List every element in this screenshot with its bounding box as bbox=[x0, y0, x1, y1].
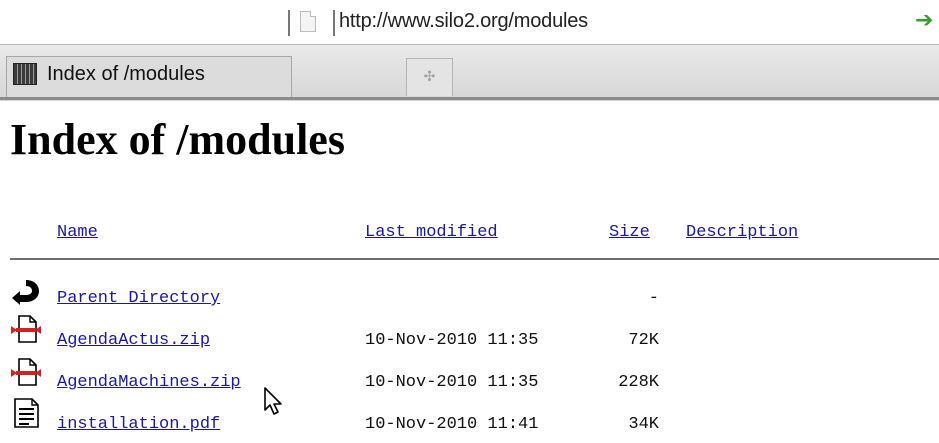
new-tab-icon[interactable]: ✣ bbox=[406, 58, 453, 96]
document-icon bbox=[14, 398, 39, 428]
back-arrow-icon bbox=[12, 280, 39, 305]
list-item-link[interactable]: installation.pdf bbox=[57, 415, 220, 434]
zip-file-icon bbox=[11, 358, 41, 386]
list-item-link[interactable]: AgendaActus.zip bbox=[57, 331, 210, 350]
zip-file-icon bbox=[11, 315, 41, 343]
column-header-size[interactable]: Size bbox=[609, 223, 650, 242]
list-item-size: 34K bbox=[628, 415, 659, 434]
tab-title: Index of /modules bbox=[47, 63, 205, 85]
url-bar-row: http://www.silo2.org/modules ➔ bbox=[0, 0, 939, 44]
list-item-link[interactable]: AgendaMachines.zip bbox=[57, 373, 241, 392]
mouse-cursor-icon bbox=[264, 387, 282, 415]
go-arrow-icon[interactable]: ➔ bbox=[915, 8, 933, 33]
server-favicon-icon bbox=[13, 63, 37, 85]
list-item-link[interactable]: Parent Directory bbox=[57, 289, 220, 308]
column-header-description[interactable]: Description bbox=[686, 223, 798, 242]
url-separator bbox=[333, 10, 335, 36]
tab-bar-divider bbox=[0, 97, 939, 100]
column-header-name[interactable]: Name bbox=[57, 223, 98, 242]
column-header-last-modified[interactable]: Last modified bbox=[365, 223, 498, 242]
url-separator bbox=[288, 10, 290, 36]
page-title: Index of /modules bbox=[10, 115, 345, 164]
list-item-modified: 10-Nov-2010 11:35 bbox=[365, 331, 539, 350]
list-item-size: 72K bbox=[628, 331, 659, 350]
list-item-modified: 10-Nov-2010 11:41 bbox=[365, 415, 539, 434]
list-item-modified: 10-Nov-2010 11:35 bbox=[365, 373, 539, 392]
list-item-size: - bbox=[648, 289, 659, 308]
list-item-size: 228K bbox=[618, 373, 659, 392]
url-input[interactable]: http://www.silo2.org/modules bbox=[339, 10, 588, 33]
header-divider bbox=[10, 258, 939, 260]
page-icon bbox=[300, 11, 316, 32]
